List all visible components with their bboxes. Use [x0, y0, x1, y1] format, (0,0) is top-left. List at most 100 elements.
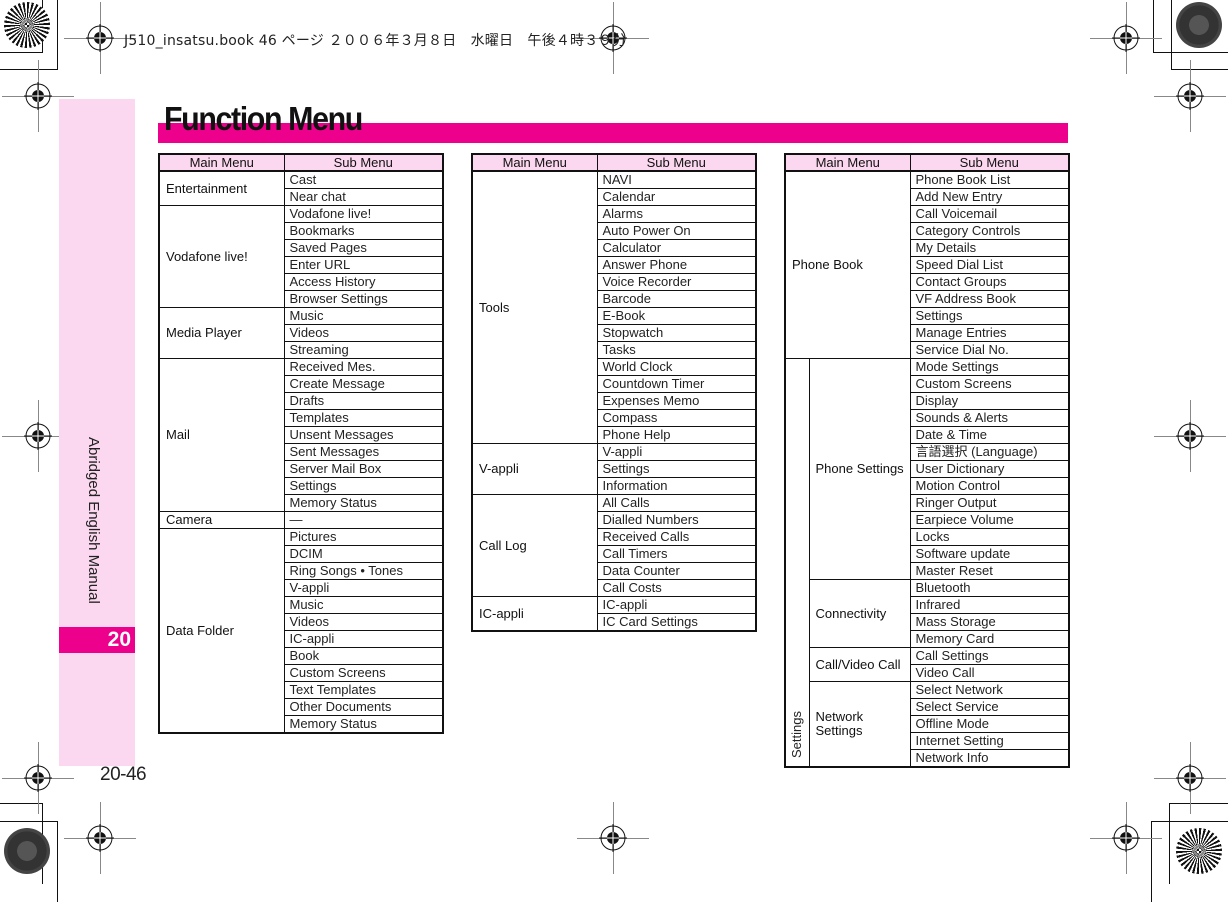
main-menu-cell: Vodafone live!	[158, 205, 285, 308]
sub-menu-item: Mass Storage	[909, 613, 1070, 631]
registration-mark-icon	[1112, 824, 1140, 852]
main-menu-cell: Phone Book	[784, 170, 911, 359]
sub-menu-item: Saved Pages	[283, 239, 444, 257]
sub-menu-item: Other Documents	[283, 698, 444, 716]
sub-menu-item: World Clock	[596, 358, 757, 376]
sub-menu-item: Stopwatch	[596, 324, 757, 342]
sub-menu-item: Cast	[283, 170, 444, 189]
sub-menu-item: My Details	[909, 239, 1070, 257]
table-row: Camera —	[158, 511, 444, 529]
sub-menu-item: VF Address Book	[909, 290, 1070, 308]
sub-menu-item: Answer Phone	[596, 256, 757, 274]
sub-menu-item: Memory Card	[909, 630, 1070, 648]
sub-menu-item: Calendar	[596, 188, 757, 206]
sub-menu-item: Unsent Messages	[283, 426, 444, 444]
main-menu-cell: Camera	[158, 511, 285, 529]
sub-menu-item: Manage Entries	[909, 324, 1070, 342]
sub-menu-item: Create Message	[283, 375, 444, 393]
sub-menu-item: Select Service	[909, 698, 1070, 716]
sub-menu-item: Alarms	[596, 205, 757, 223]
sub-menu-item: Ring Songs • Tones	[283, 562, 444, 580]
sub-menu-item: Date & Time	[909, 426, 1070, 444]
sub-menu-item: Drafts	[283, 392, 444, 410]
sub-menu-item: Bluetooth	[909, 579, 1070, 597]
sub-menu-item: Call Voicemail	[909, 205, 1070, 223]
table-row: Network Settings Select Network	[785, 681, 1070, 768]
sub-menu-item: IC-appli	[283, 630, 444, 648]
sub-menu-item: Service Dial No.	[909, 341, 1070, 359]
main-menu-cell: Entertainment	[158, 170, 285, 206]
header-sub-menu: Sub Menu	[596, 153, 757, 172]
page-title: Function Menu	[164, 100, 363, 137]
main-menu-cell: Call Log	[471, 494, 598, 597]
sub-menu-item: Barcode	[596, 290, 757, 308]
sub-menu-item: IC-appli	[596, 596, 757, 614]
sub-menu-item: Memory Status	[283, 494, 444, 512]
sub-menu-item: Contact Groups	[909, 273, 1070, 291]
header-sub-menu: Sub Menu	[909, 153, 1070, 172]
header-main-menu: Main Menu	[471, 153, 598, 172]
sub-menu-item: Software update	[909, 545, 1070, 563]
sub-menu-item: Tasks	[596, 341, 757, 359]
sub-menu-item: Settings	[596, 460, 757, 478]
sub-menu-item: Phone Help	[596, 426, 757, 444]
sub-menu-item: V-appli	[596, 443, 757, 461]
registration-mark-icon	[1176, 422, 1204, 450]
registration-star-icon	[1176, 2, 1222, 48]
settings-main-cell: Settings	[784, 358, 810, 768]
main-menu-cell: Mail	[158, 358, 285, 512]
main-menu-cell: Data Folder	[158, 528, 285, 734]
sub-menu-item: Master Reset	[909, 562, 1070, 580]
sub-menu-item: Offline Mode	[909, 715, 1070, 733]
sub-menu-item: Videos	[283, 613, 444, 631]
main-menu-cell: IC-appli	[471, 596, 598, 632]
table-row: Data Folder Pictures	[158, 528, 444, 734]
table-row: IC-appli IC-appli	[471, 596, 757, 632]
side-label: Abridged English Manual	[85, 437, 102, 604]
sub-menu-item: —	[283, 511, 444, 529]
print-header: J510_insatsu.book 46 ページ ２００６年３月８日 水曜日 午…	[124, 33, 627, 49]
chapter-badge: 20	[59, 627, 135, 653]
sub-menu-item: Call Timers	[596, 545, 757, 563]
sub-menu-item: Enter URL	[283, 256, 444, 274]
sub-menu-item: Settings	[283, 477, 444, 495]
settings-group-cell: Connectivity	[808, 579, 911, 648]
side-tab	[59, 99, 135, 766]
main-menu-cell: Tools	[471, 170, 598, 444]
table-row: Phone Book Phone Book List	[784, 170, 1070, 359]
sub-menu-item: Memory Status	[283, 715, 444, 734]
sub-menu-item: V-appli	[283, 579, 444, 597]
sub-menu-item: Streaming	[283, 341, 444, 359]
table-row: Vodafone live! Vodafone live!	[158, 205, 444, 308]
registration-mark-icon	[1112, 24, 1140, 52]
sub-menu-item: Calculator	[596, 239, 757, 257]
sub-menu-item: Text Templates	[283, 681, 444, 699]
header-main-menu: Main Menu	[158, 153, 285, 172]
sub-menu-item: Received Mes.	[283, 358, 444, 376]
settings-group-cell: Network Settings	[808, 681, 911, 768]
sub-menu-item: IC Card Settings	[596, 613, 757, 632]
sub-menu-item: Add New Entry	[909, 188, 1070, 206]
chapter-number: 20	[107, 628, 131, 651]
sub-menu-item: Ringer Output	[909, 494, 1070, 512]
table-row: Entertainment Cast	[158, 170, 444, 206]
registration-star-icon	[4, 2, 50, 48]
settings-group-cell: Phone Settings	[808, 358, 911, 580]
registration-mark-icon	[599, 824, 627, 852]
sub-menu-item: Data Counter	[596, 562, 757, 580]
table-row: Mail Received Mes.	[158, 358, 444, 512]
sub-menu-item: Select Network	[909, 681, 1070, 699]
sub-menu-item: Countdown Timer	[596, 375, 757, 393]
sub-menu-item: Vodafone live!	[283, 205, 444, 223]
sub-menu-item: All Calls	[596, 494, 757, 512]
sub-menu-item: Motion Control	[909, 477, 1070, 495]
registration-mark-icon	[24, 764, 52, 792]
sub-menu-item: Music	[283, 596, 444, 614]
registration-mark-icon	[24, 422, 52, 450]
table-row: V-appli V-appli	[471, 443, 757, 495]
registration-mark-icon	[24, 82, 52, 110]
page-number: 20-46	[100, 764, 147, 785]
sub-menu-item: Music	[283, 307, 444, 325]
sub-menu-item: Server Mail Box	[283, 460, 444, 478]
header-main-menu: Main Menu	[784, 153, 911, 172]
